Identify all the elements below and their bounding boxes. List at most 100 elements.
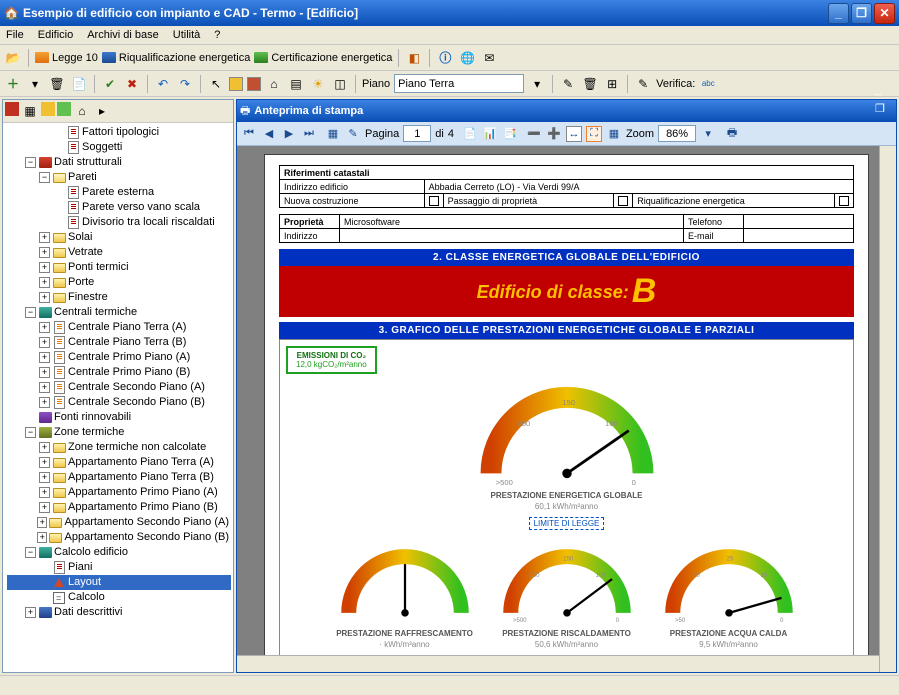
tree-item[interactable]: Calcolo [7, 590, 231, 605]
color2-icon[interactable] [247, 77, 261, 91]
tree[interactable]: Fattori tipologiciSoggetti−Dati struttur… [3, 123, 233, 622]
page-current-input[interactable] [403, 125, 431, 142]
multi-page-icon[interactable]: ▦ [606, 126, 622, 142]
expander-icon[interactable]: − [25, 307, 36, 318]
pointer-icon[interactable]: ↖ [207, 75, 225, 93]
open-icon[interactable]: 📂 [4, 49, 22, 67]
info-icon[interactable]: ⓘ [436, 49, 454, 67]
tree-item[interactable]: −Calcolo edificio [7, 545, 231, 560]
prev-page-icon[interactable]: ◀ [261, 126, 277, 142]
tree-item[interactable]: +Centrale Secondo Piano (A) [7, 380, 231, 395]
expander-icon[interactable]: − [39, 172, 50, 183]
x-red-icon[interactable]: ✖ [123, 75, 141, 93]
redo-icon[interactable]: ↷ [176, 75, 194, 93]
zoom-input[interactable] [658, 125, 696, 142]
close-button[interactable]: ✕ [874, 3, 895, 24]
preview-scrollbar-v[interactable] [879, 146, 896, 672]
delete-icon[interactable]: 🗑 [48, 75, 66, 93]
tree-item[interactable]: +Zone termiche non calcolate [7, 440, 231, 455]
fit-page-icon[interactable]: ⛶ [586, 126, 602, 142]
riqualificazione-button[interactable]: Riqualificazione energetica [102, 52, 250, 64]
menu-file[interactable]: File [6, 29, 24, 41]
doc-icon[interactable]: 📄 [70, 75, 88, 93]
menu-archivi[interactable]: Archivi di base [87, 29, 159, 41]
verifica-pencil-icon[interactable]: ✎ [634, 75, 652, 93]
preview-content[interactable]: Riferimenti catastali Indirizzo edificio… [237, 146, 896, 672]
tree-item[interactable]: +Appartamento Secondo Piano (A) [7, 515, 231, 530]
tree-item[interactable]: −Dati strutturali [7, 155, 231, 170]
preview-maximize-button[interactable]: ❐ [875, 102, 893, 120]
add-icon[interactable]: ＋ [4, 75, 22, 93]
tree-item[interactable]: −Pareti [7, 170, 231, 185]
tree-item[interactable]: Parete verso vano scala [7, 200, 231, 215]
tree-item[interactable]: +Appartamento Secondo Piano (B) [7, 530, 231, 545]
expander-icon[interactable]: − [25, 157, 36, 168]
zoom-dropdown-icon[interactable]: ▾ [700, 126, 716, 142]
expander-icon[interactable]: + [39, 382, 50, 393]
tree-item[interactable]: +Vetrate [7, 245, 231, 260]
tree-item[interactable]: +Appartamento Piano Terra (A) [7, 455, 231, 470]
piano-select[interactable] [394, 74, 524, 93]
tool-a-icon[interactable]: ✎ [559, 75, 577, 93]
next-page-icon[interactable]: ▶ [281, 126, 297, 142]
arrow-up-icon[interactable]: ⌂ [265, 75, 283, 93]
print-icon[interactable]: 🖶 [724, 126, 740, 142]
tree-item[interactable]: +Ponti termici [7, 260, 231, 275]
menu-help[interactable]: ? [214, 29, 220, 41]
expander-icon[interactable]: + [39, 352, 50, 363]
legge10-button[interactable]: Legge 10 [35, 52, 98, 64]
tree-item[interactable]: Soggetti [7, 140, 231, 155]
undo-icon[interactable]: ↶ [154, 75, 172, 93]
export-2-icon[interactable]: 📊 [482, 126, 498, 142]
tree-item[interactable]: +Appartamento Primo Piano (B) [7, 500, 231, 515]
menu-edificio[interactable]: Edificio [38, 29, 73, 41]
tree-item[interactable]: +Appartamento Primo Piano (A) [7, 485, 231, 500]
tree-item[interactable]: Fattori tipologici [7, 125, 231, 140]
maximize-button[interactable]: ❐ [851, 3, 872, 24]
first-page-icon[interactable]: ⏮ [241, 126, 257, 142]
layers-icon[interactable]: ▤ [287, 75, 305, 93]
minimize-button[interactable]: _ [828, 3, 849, 24]
expander-icon[interactable]: − [25, 427, 36, 438]
expander-icon[interactable]: + [39, 397, 50, 408]
expander-icon[interactable]: + [39, 292, 50, 303]
expander-icon[interactable]: + [39, 367, 50, 378]
expander-icon[interactable]: + [39, 277, 50, 288]
tree-item[interactable]: +Centrale Primo Piano (B) [7, 365, 231, 380]
expander-icon[interactable]: + [39, 232, 50, 243]
expander-icon[interactable]: + [39, 322, 50, 333]
preview-minimize-button[interactable]: _ [875, 84, 893, 102]
expander-icon[interactable]: + [37, 517, 47, 528]
tree-item[interactable]: Parete esterna [7, 185, 231, 200]
tree-item[interactable]: +Solai [7, 230, 231, 245]
tree-item[interactable]: +Dati descrittivi [7, 605, 231, 620]
tree-item[interactable]: +Finestre [7, 290, 231, 305]
expander-icon[interactable]: + [37, 532, 47, 543]
expander-icon[interactable]: + [39, 472, 50, 483]
tree-item[interactable]: +Porte [7, 275, 231, 290]
tree-item[interactable]: Divisorio tra locali riscaldati [7, 215, 231, 230]
tree-item[interactable]: Fonti rinnovabili [7, 410, 231, 425]
expander-icon[interactable]: + [39, 487, 50, 498]
check-green-icon[interactable]: ✔ [101, 75, 119, 93]
tool-icon-1[interactable]: ◧ [405, 49, 423, 67]
tool-b-icon[interactable]: 🗑 [581, 75, 599, 93]
color1-icon[interactable] [229, 77, 243, 91]
tree-tool-4-icon[interactable] [57, 102, 71, 116]
last-page-icon[interactable]: ⏭ [301, 126, 317, 142]
tree-item[interactable]: −Centrali termiche [7, 305, 231, 320]
expander-icon[interactable]: + [39, 502, 50, 513]
tree-tool-1-icon[interactable] [5, 102, 19, 116]
tree-item[interactable]: Layout [7, 575, 231, 590]
fit-width-icon[interactable]: ↔ [566, 126, 582, 142]
layout-icon[interactable]: ▦ [325, 126, 341, 142]
menu-utilita[interactable]: Utilità [173, 29, 201, 41]
expander-icon[interactable]: + [25, 607, 36, 618]
preview-scrollbar-h[interactable] [237, 655, 879, 672]
tree-item[interactable]: −Zone termiche [7, 425, 231, 440]
abc-icon[interactable]: abc [699, 75, 717, 93]
tree-item[interactable]: +Appartamento Piano Terra (B) [7, 470, 231, 485]
edit-icon[interactable]: ✎ [345, 126, 361, 142]
zoom-in-icon[interactable]: ➕ [546, 126, 562, 142]
shape-icon[interactable]: ◫ [331, 75, 349, 93]
